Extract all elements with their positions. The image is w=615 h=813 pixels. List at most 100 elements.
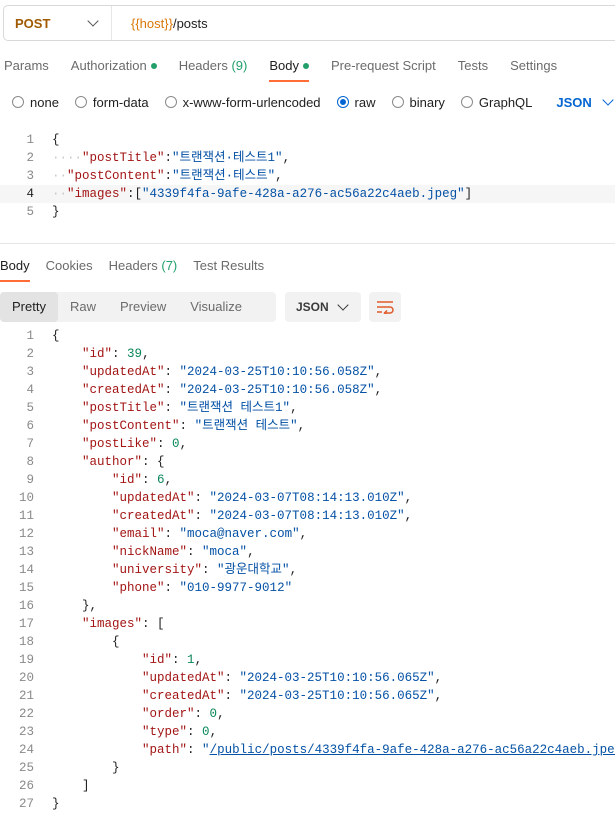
code-line: 17 "images": [ — [0, 615, 615, 633]
json-punctuation: : — [202, 563, 218, 577]
json-punctuation: , — [282, 151, 291, 165]
line-number: 22 — [18, 707, 34, 721]
line-number: 7 — [26, 437, 34, 451]
json-key: "updatedAt" — [112, 491, 195, 505]
tab-pre-request-script[interactable]: Pre-request Script — [320, 52, 447, 82]
code-text: "postTitle": "트랜잭션 테스트1", — [52, 399, 298, 417]
json-punctuation: : — [224, 671, 240, 685]
line-number: 5 — [26, 401, 34, 415]
code-text: "createdAt": "2024-03-07T08:14:13.010Z", — [52, 507, 412, 525]
response-format-dropdown[interactable]: JSON — [285, 292, 361, 322]
json-punctuation — [52, 545, 112, 559]
tab-settings[interactable]: Settings — [499, 52, 568, 82]
json-punctuation — [52, 707, 142, 721]
radio-button-icon — [391, 96, 404, 108]
json-number: 0 — [209, 707, 218, 721]
method-dropdown[interactable]: POST — [4, 6, 112, 40]
json-punctuation: : — [164, 151, 173, 165]
response-body-viewer[interactable]: 1{2 "id": 39, 3 "updatedAt": "2024-03-25T… — [0, 327, 615, 813]
whitespace-marker: ·· — [52, 187, 68, 201]
json-string: "moca@naver.com" — [179, 527, 300, 541]
view-mode-selector: Pretty Raw Preview Visualize — [0, 292, 276, 322]
request-body-editor[interactable]: 1{2 ····"postTitle":"트랜잭션·테스트1", 3 ··"postC… — [0, 131, 615, 221]
json-key: "order" — [142, 707, 195, 721]
line-number: 10 — [18, 491, 34, 505]
json-punctuation — [52, 365, 82, 379]
response-tab-test-results[interactable]: Test Results — [185, 252, 272, 282]
json-punctuation: : — [194, 707, 210, 721]
json-punctuation: ] — [464, 187, 473, 201]
code-text: "updatedAt": "2024-03-07T08:14:13.010Z", — [52, 489, 412, 507]
json-punctuation — [52, 581, 112, 595]
code-line: 14 "university": "광운대학교", — [0, 561, 615, 579]
json-punctuation: : [ — [142, 617, 165, 631]
file-path-link[interactable]: /public/posts/4339f4fa-9afe-428a-a276-ac… — [210, 743, 615, 757]
code-line: 24 "path": "/public/posts/4339f4fa-9afe-… — [0, 741, 615, 759]
line-number: 11 — [18, 509, 34, 523]
line-number: 27 — [18, 797, 34, 811]
view-mode-pretty[interactable]: Pretty — [0, 292, 58, 322]
json-string: "2024-03-25T10:10:56.058Z" — [179, 365, 375, 379]
json-punctuation — [52, 617, 82, 631]
json-punctuation: , — [275, 169, 283, 183]
json-punctuation: : — [187, 743, 203, 757]
tab-tests[interactable]: Tests — [447, 52, 499, 82]
code-text: ··"postContent":"트랜잭션·테스트", — [52, 167, 283, 185]
tab-body[interactable]: Body — [258, 52, 320, 82]
line-number: 21 — [18, 689, 34, 703]
json-punctuation — [52, 653, 142, 667]
response-tab-cookies[interactable]: Cookies — [38, 252, 101, 282]
json-punctuation: : — [187, 545, 203, 559]
json-punctuation: , — [404, 491, 413, 505]
response-tabs: Body Cookies Headers (7) Test Results — [0, 252, 272, 282]
response-tab-body[interactable]: Body — [0, 252, 38, 282]
view-mode-visualize[interactable]: Visualize — [178, 292, 254, 322]
tab-label: Params — [4, 58, 49, 73]
line-number: 26 — [18, 779, 34, 793]
code-line: 23 "type": 0, — [0, 723, 615, 741]
pane-divider[interactable] — [0, 243, 615, 244]
wrap-lines-button[interactable] — [369, 292, 401, 322]
code-line: 25 } — [0, 759, 615, 777]
tab-headers[interactable]: Headers (9) — [168, 52, 259, 82]
tab-authorization[interactable]: Authorization — [60, 52, 168, 82]
raw-format-dropdown[interactable]: JSON — [556, 94, 614, 110]
json-punctuation — [52, 437, 82, 451]
code-line: 5} — [0, 203, 615, 221]
chevron-down-icon — [87, 15, 99, 27]
url-variable[interactable]: {{host}} — [131, 16, 173, 31]
json-punctuation: , — [247, 545, 255, 559]
json-key: "phone" — [112, 581, 165, 595]
radio-button-icon — [336, 96, 349, 108]
code-text: "createdAt": "2024-03-25T10:10:56.065Z", — [52, 687, 442, 705]
body-type-label: form-data — [92, 94, 149, 110]
line-number: 6 — [26, 419, 34, 433]
body-type-form-data[interactable]: form-data — [74, 94, 149, 110]
body-type-binary[interactable]: binary — [391, 95, 445, 110]
json-punctuation: , — [194, 653, 203, 667]
code-text: "postLike": 0, — [52, 435, 187, 453]
body-type-raw[interactable]: raw — [336, 95, 376, 110]
json-punctuation: : — [164, 401, 180, 415]
response-tab-headers[interactable]: Headers (7) — [101, 252, 186, 282]
view-mode-raw[interactable]: Raw — [58, 292, 108, 322]
code-text: "images": [ — [52, 615, 165, 633]
body-type-x-www-form-urlencoded[interactable]: x-www-form-urlencoded — [164, 95, 321, 110]
json-number: 0 — [172, 437, 180, 451]
code-text: "updatedAt": "2024-03-25T10:10:56.065Z", — [52, 669, 442, 687]
tab-params[interactable]: Params — [0, 52, 60, 82]
json-punctuation: } — [52, 797, 60, 811]
method-label: POST — [15, 15, 51, 31]
body-type-graphql[interactable]: GraphQL — [460, 95, 532, 110]
json-string: "트랜잭션·테스트" — [172, 169, 276, 183]
line-number: 15 — [18, 581, 34, 595]
json-key: "updatedAt" — [142, 671, 225, 685]
json-string: "4339f4fa-9afe-428a-a276-ac56a22c4aeb.jp… — [142, 187, 465, 201]
line-number: 9 — [26, 473, 34, 487]
view-mode-preview[interactable]: Preview — [108, 292, 178, 322]
url-input[interactable]: {{host}} /posts — [112, 16, 208, 31]
body-type-none[interactable]: none — [12, 95, 59, 110]
line-number: 18 — [18, 635, 34, 649]
line-number: 4 — [26, 383, 34, 397]
json-punctuation — [52, 347, 82, 361]
